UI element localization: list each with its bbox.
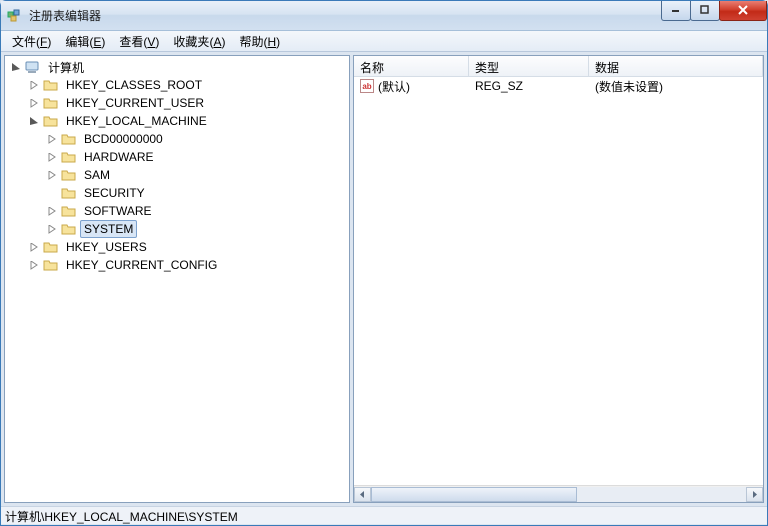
menu-bar: 文件(F) 编辑(E) 查看(V) 收藏夹(A) 帮助(H) <box>1 31 767 52</box>
folder-icon <box>61 150 77 164</box>
tree-label: 计算机 <box>44 57 88 78</box>
expander-closed-icon[interactable] <box>45 132 59 146</box>
status-path: 计算机\HKEY_LOCAL_MACHINE\SYSTEM <box>5 510 238 524</box>
tree-node-hardware[interactable]: HARDWARE <box>5 148 349 166</box>
expander-closed-icon[interactable] <box>45 168 59 182</box>
title-bar: 注册表编辑器 <box>1 1 767 31</box>
column-header-type[interactable]: 类型 <box>469 56 589 76</box>
tree-label: HARDWARE <box>80 148 158 166</box>
expander-closed-icon[interactable] <box>45 150 59 164</box>
menu-help[interactable]: 帮助(H) <box>232 31 287 52</box>
tree-label: HKEY_LOCAL_MACHINE <box>62 112 211 130</box>
tree-node-hkcr[interactable]: HKEY_CLASSES_ROOT <box>5 76 349 94</box>
minimize-button[interactable] <box>661 1 691 21</box>
scroll-left-button[interactable] <box>354 487 371 502</box>
folder-icon <box>61 222 77 236</box>
window-title: 注册表编辑器 <box>29 7 662 24</box>
tree-node-hklm[interactable]: HKEY_LOCAL_MACHINE <box>5 112 349 130</box>
close-button[interactable] <box>719 1 767 21</box>
tree-node-computer[interactable]: 计算机 <box>5 58 349 76</box>
horizontal-scrollbar[interactable] <box>354 485 763 502</box>
maximize-button[interactable] <box>690 1 720 21</box>
tree-node-hku[interactable]: HKEY_USERS <box>5 238 349 256</box>
column-header-name[interactable]: 名称 <box>354 56 469 76</box>
menu-edit[interactable]: 编辑(E) <box>58 31 112 52</box>
folder-icon <box>61 168 77 182</box>
menu-view[interactable]: 查看(V) <box>112 31 166 52</box>
tree-node-hkcc[interactable]: HKEY_CURRENT_CONFIG <box>5 256 349 274</box>
expander-closed-icon[interactable] <box>27 258 41 272</box>
status-bar: 计算机\HKEY_LOCAL_MACHINE\SYSTEM <box>1 506 767 524</box>
tree-node-software[interactable]: SOFTWARE <box>5 202 349 220</box>
list-header: 名称 类型 数据 <box>354 56 763 77</box>
tree-label: SYSTEM <box>80 220 137 238</box>
tree-node-bcd[interactable]: BCD00000000 <box>5 130 349 148</box>
expander-closed-icon[interactable] <box>45 204 59 218</box>
folder-icon <box>43 240 59 254</box>
list-body: ab (默认) REG_SZ (数值未设置) <box>354 77 763 485</box>
reg-sz-icon: ab <box>360 79 374 93</box>
expander-open-icon[interactable] <box>27 114 41 128</box>
tree-label: BCD00000000 <box>80 130 167 148</box>
scroll-thumb[interactable] <box>371 487 577 502</box>
tree-pane[interactable]: 计算机 HKEY_CLASSES_ROOT HKEY_CURRENT_USER … <box>4 55 350 503</box>
folder-icon <box>61 132 77 146</box>
expander-closed-icon[interactable] <box>45 222 59 236</box>
app-icon <box>7 8 23 24</box>
expander-closed-icon[interactable] <box>27 78 41 92</box>
tree-label: HKEY_CURRENT_USER <box>62 94 208 112</box>
tree-node-sam[interactable]: SAM <box>5 166 349 184</box>
cell-data: (数值未设置) <box>589 78 763 95</box>
tree-label: HKEY_CLASSES_ROOT <box>62 76 206 94</box>
scroll-track[interactable] <box>371 487 746 502</box>
list-row[interactable]: ab (默认) REG_SZ (数值未设置) <box>354 77 763 95</box>
tree-node-hkcu[interactable]: HKEY_CURRENT_USER <box>5 94 349 112</box>
folder-icon <box>61 204 77 218</box>
folder-icon <box>43 78 59 92</box>
window-controls <box>662 1 767 21</box>
cell-type: REG_SZ <box>469 79 589 93</box>
tree-label: SOFTWARE <box>80 202 156 220</box>
folder-icon <box>61 186 77 200</box>
tree-node-system[interactable]: SYSTEM <box>5 220 349 238</box>
menu-favorites[interactable]: 收藏夹(A) <box>166 31 232 52</box>
tree-label: SAM <box>80 166 114 184</box>
value-name: (默认) <box>378 78 410 95</box>
tree-label: HKEY_USERS <box>62 238 151 256</box>
column-header-data[interactable]: 数据 <box>589 56 763 76</box>
tree-node-security[interactable]: SECURITY <box>5 184 349 202</box>
expander-closed-icon[interactable] <box>27 96 41 110</box>
registry-tree: 计算机 HKEY_CLASSES_ROOT HKEY_CURRENT_USER … <box>5 56 349 274</box>
content-area: 计算机 HKEY_CLASSES_ROOT HKEY_CURRENT_USER … <box>1 52 767 506</box>
computer-icon <box>25 60 41 74</box>
list-pane[interactable]: 名称 类型 数据 ab (默认) REG_SZ (数值未设置) <box>353 55 764 503</box>
tree-label: SECURITY <box>80 184 149 202</box>
expander-closed-icon[interactable] <box>27 240 41 254</box>
scroll-right-button[interactable] <box>746 487 763 502</box>
folder-icon <box>43 114 59 128</box>
menu-file[interactable]: 文件(F) <box>5 31 58 52</box>
expander-open-icon[interactable] <box>9 60 23 74</box>
folder-icon <box>43 96 59 110</box>
folder-icon <box>43 258 59 272</box>
cell-name: ab (默认) <box>354 78 469 95</box>
tree-label: HKEY_CURRENT_CONFIG <box>62 256 221 274</box>
